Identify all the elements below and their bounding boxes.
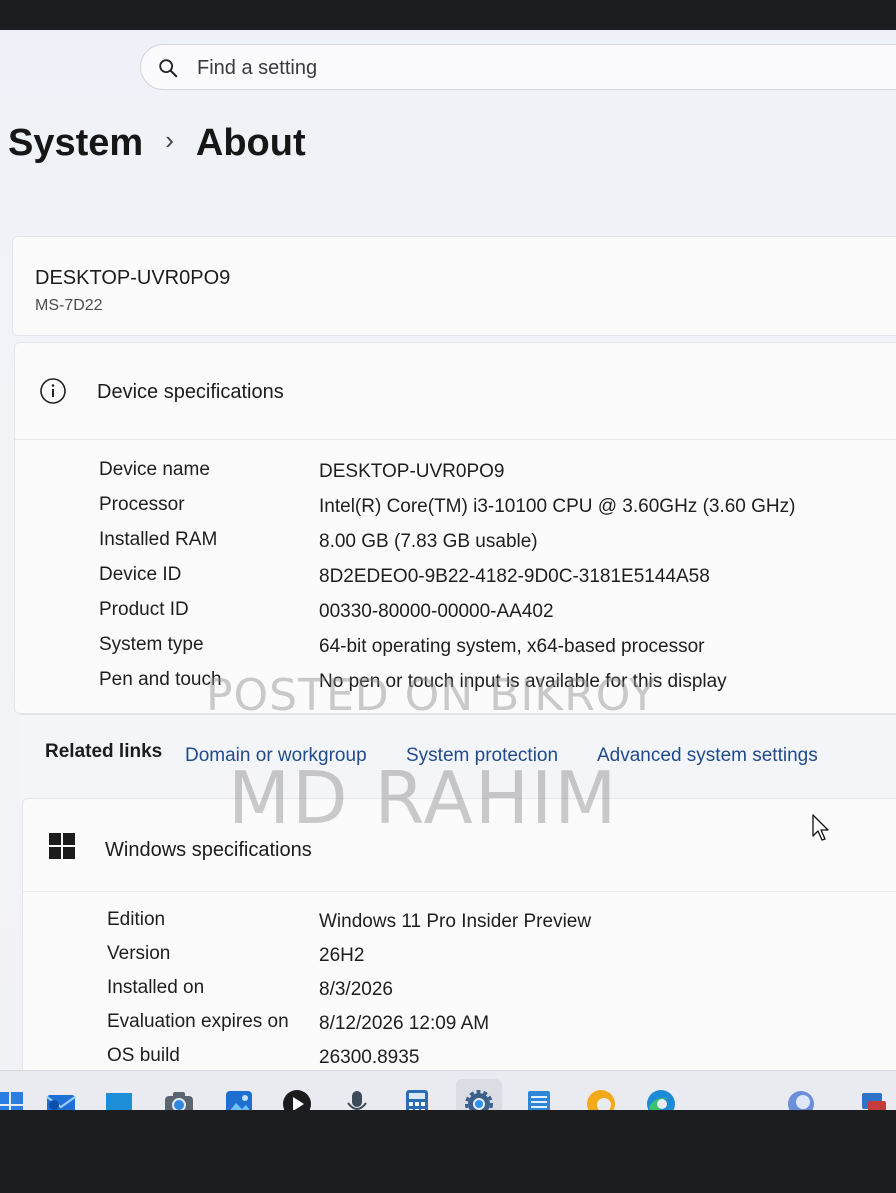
spec-value: Intel(R) Core(TM) i3-10100 CPU @ 3.60GHz… xyxy=(319,496,796,517)
search-input[interactable]: Find a setting xyxy=(197,57,317,80)
spec-value: DESKTOP-UVR0PO9 xyxy=(319,461,505,482)
calculator-icon[interactable] xyxy=(400,1087,434,1110)
search-icon xyxy=(159,59,178,78)
voice-recorder-icon[interactable] xyxy=(340,1087,374,1110)
spec-label: Processor xyxy=(99,494,185,515)
spec-value: 26300.8935 xyxy=(319,1047,420,1068)
copilot-icon[interactable] xyxy=(784,1087,818,1110)
spec-label: Installed RAM xyxy=(99,529,218,550)
edge-canary-icon[interactable] xyxy=(584,1087,618,1110)
mouse-cursor-icon xyxy=(812,814,829,841)
related-links-label: Related links xyxy=(45,741,163,762)
spec-value: 64-bit operating system, x64-based proce… xyxy=(319,636,705,657)
breadcrumb-parent[interactable]: System xyxy=(8,122,143,164)
spec-label: Product ID xyxy=(99,599,189,620)
related-links-row: Related links Domain or workgroup System… xyxy=(20,714,896,805)
settings-icon[interactable] xyxy=(462,1087,496,1110)
camera-icon[interactable] xyxy=(162,1087,196,1110)
device-name: DESKTOP-UVR0PO9 xyxy=(35,267,231,289)
advanced-system-settings-link[interactable]: Advanced system settings xyxy=(597,745,818,767)
spec-value: 8/12/2026 12:09 AM xyxy=(319,1013,490,1034)
page-title: About xyxy=(195,122,306,164)
breadcrumb: System › About xyxy=(8,122,306,165)
info-icon xyxy=(40,378,66,404)
spec-label: OS build xyxy=(107,1045,180,1066)
device-model: MS-7D22 xyxy=(35,297,103,314)
spec-value: 8/3/2026 xyxy=(319,979,393,1000)
spec-label: System type xyxy=(99,634,204,655)
spec-value: 00330-80000-00000-AA402 xyxy=(319,601,554,622)
spec-label: Edition xyxy=(107,909,166,930)
spec-value: Windows 11 Pro Insider Preview xyxy=(319,911,592,932)
search-box[interactable]: Find a setting xyxy=(140,44,896,90)
edge-icon[interactable] xyxy=(644,1087,678,1110)
store-icon[interactable] xyxy=(102,1087,136,1110)
spec-value: 26H2 xyxy=(319,945,365,966)
taskbar xyxy=(0,1070,896,1110)
spec-label: Version xyxy=(107,943,171,964)
device-name-card: DESKTOP-UVR0PO9 MS-7D22 xyxy=(12,236,896,336)
spec-value: 8D2EDEO0-9B22-4182-9D0C-3181E5144A58 xyxy=(319,566,710,587)
system-protection-link[interactable]: System protection xyxy=(406,745,558,767)
settings-window: Find a setting System › About DESKTOP-UVR0… xyxy=(0,30,896,1110)
notepad-icon[interactable] xyxy=(522,1087,556,1110)
spec-label: Device ID xyxy=(99,564,182,585)
section-title: Device specifications xyxy=(97,381,284,403)
device-specifications-card: Device specifications Device name DESKTOP… xyxy=(14,342,896,714)
tray-icon[interactable] xyxy=(856,1087,890,1110)
device-specifications-header[interactable]: Device specifications xyxy=(15,343,896,440)
spec-value: 8.00 GB (7.83 GB usable) xyxy=(319,531,538,552)
windows-specifications-card: Windows specifications Edition Windows 11… xyxy=(22,798,896,1110)
domain-or-workgroup-link[interactable]: Domain or workgroup xyxy=(185,745,367,767)
windows-logo-icon xyxy=(49,833,75,859)
spec-label: Pen and touch xyxy=(99,669,222,690)
media-player-icon[interactable] xyxy=(280,1087,314,1110)
spec-label: Device name xyxy=(99,459,210,480)
breadcrumb-chevron-icon: › xyxy=(165,125,174,155)
spec-label: Installed on xyxy=(107,977,205,998)
spec-label: Evaluation expires on xyxy=(107,1011,289,1032)
divider xyxy=(23,891,896,892)
spec-value: No pen or touch input is available for t… xyxy=(319,671,727,692)
start-icon[interactable] xyxy=(0,1087,28,1110)
section-title[interactable]: Windows specifications xyxy=(105,839,312,862)
outlook-icon[interactable] xyxy=(44,1087,78,1110)
photos-icon[interactable] xyxy=(222,1087,256,1110)
